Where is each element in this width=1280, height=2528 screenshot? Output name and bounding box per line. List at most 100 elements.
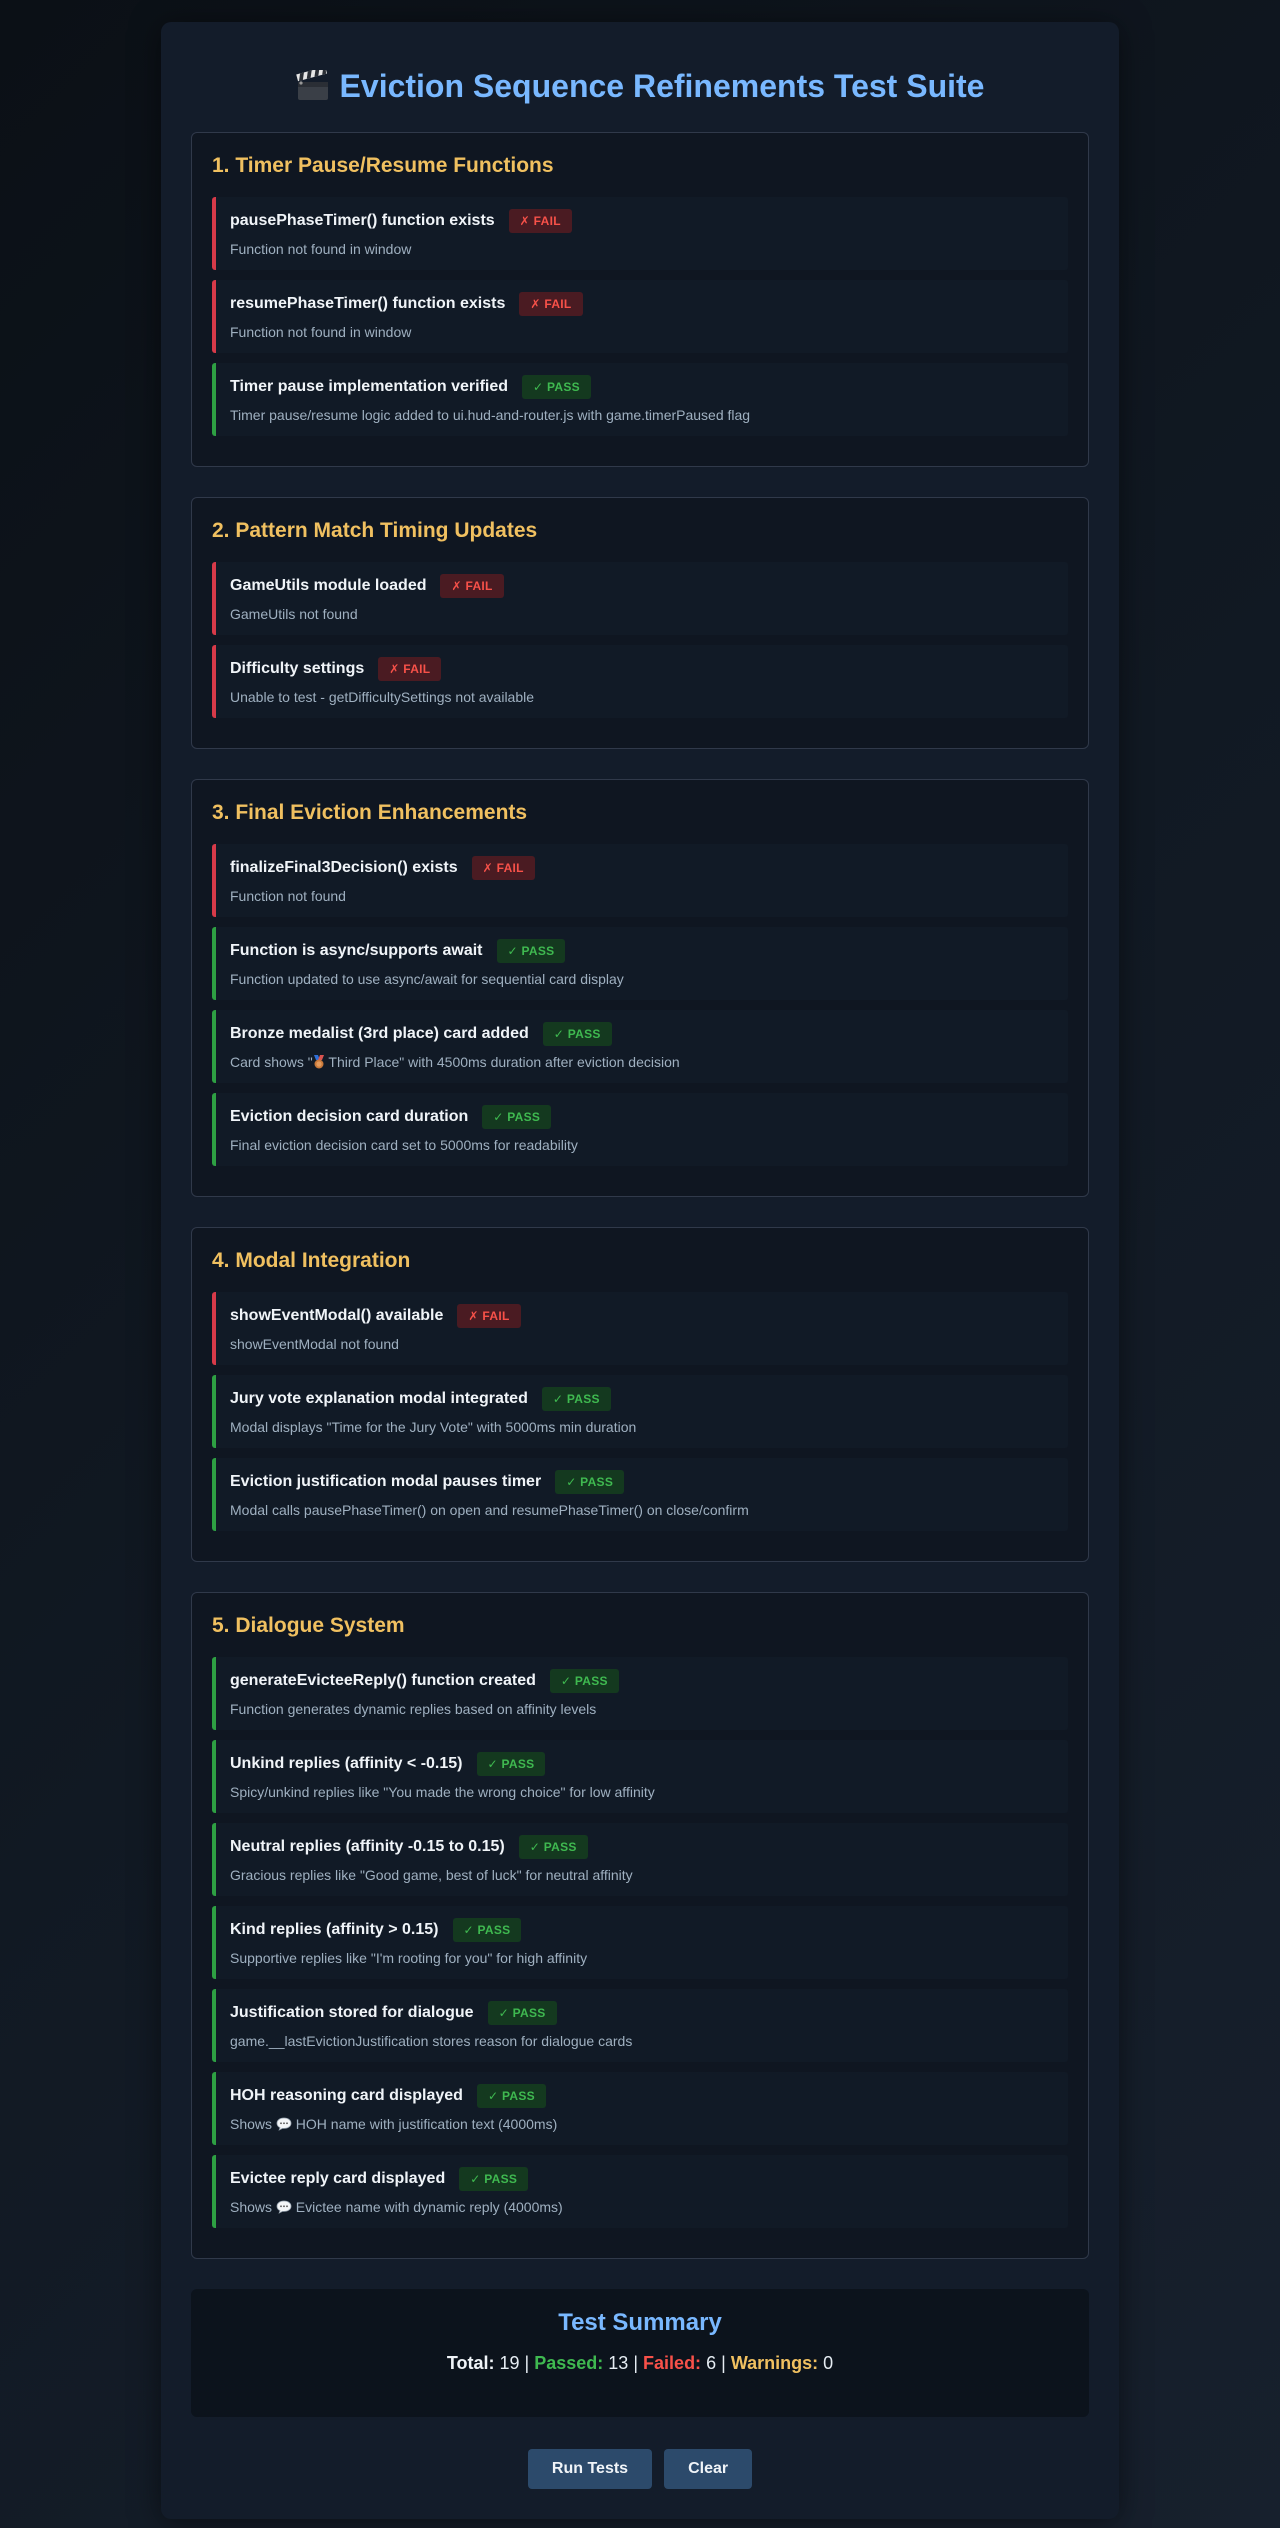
clapperboard-icon [295, 66, 330, 102]
status-badge: ✓ PASS [476, 2084, 546, 2108]
clear-button[interactable]: Clear [664, 2449, 753, 2489]
page-title: Eviction Sequence Refinements Test Suite [191, 66, 1089, 106]
test-description: showEventModal not found [230, 1336, 399, 1352]
test-name: finalizeFinal3Decision() exists [230, 859, 458, 876]
test-name: pausePhaseTimer() function exists [230, 212, 495, 229]
test-description-text: Third Place" with 4500ms duration after … [324, 1054, 680, 1070]
total-label: Total: [446, 2353, 495, 2373]
test-description: Function not found in window [230, 241, 412, 257]
test-sections: 1. Timer Pause/Resume Functions pausePhas… [191, 132, 1089, 2259]
test-section: 1. Timer Pause/Resume Functions pausePhas… [191, 132, 1089, 467]
test-name: Justification stored for dialogue [230, 2004, 474, 2021]
test-result: Timer pause implementation verified ✓ PAS… [212, 363, 1068, 436]
warnings-value: 0 [823, 2353, 834, 2373]
test-description-text: Shows [230, 2199, 276, 2215]
summary-stats: Total: 19 | Passed: 13 | Failed: 6 | War… [211, 2353, 1069, 2374]
section-title: 4. Modal Integration [212, 1249, 411, 1272]
status-badge: ✗ FAIL [508, 209, 572, 233]
test-result-header: Evictee reply card displayed ✓ PASS [230, 2167, 1054, 2191]
test-result: finalizeFinal3Decision() exists ✗ FAIL Fun… [212, 844, 1068, 917]
test-result-header: Jury vote explanation modal integrated ✓ … [230, 1387, 1054, 1411]
status-badge: ✗ FAIL [519, 292, 583, 316]
status-badge: ✓ PASS [555, 1470, 625, 1494]
test-description: Function updated to use async/await for … [230, 971, 624, 987]
test-description-text: Evictee name with dynamic reply (4000ms) [291, 2199, 563, 2215]
total-value: 19 [499, 2353, 520, 2373]
test-result: Neutral replies (affinity -0.15 to 0.15)… [212, 1823, 1068, 1896]
test-result: Function is async/supports await ✓ PASS Fu… [212, 927, 1068, 1000]
test-result: Kind replies (affinity > 0.15) ✓ PASS Supp… [212, 1906, 1068, 1979]
status-badge: ✗ FAIL [471, 856, 535, 880]
test-name: Unkind replies (affinity < -0.15) [230, 1755, 463, 1772]
test-result-header: Bronze medalist (3rd place) card added ✓ … [230, 1022, 1054, 1046]
test-name: Difficulty settings [230, 660, 365, 677]
test-name: Evictee reply card displayed [230, 2170, 446, 2187]
page-title-text: Eviction Sequence Refinements Test Suite [339, 67, 985, 104]
test-result: Bronze medalist (3rd place) card added ✓ … [212, 1010, 1068, 1083]
status-badge: ✗ FAIL [440, 574, 504, 598]
test-result: Jury vote explanation modal integrated ✓ … [212, 1375, 1068, 1448]
test-description: Modal calls pausePhaseTimer() on open an… [230, 1502, 749, 1518]
test-description: Shows Evictee name with dynamic reply (4… [230, 2199, 1054, 2215]
test-description: Gracious replies like "Good game, best o… [230, 1867, 633, 1883]
test-name: Eviction decision card duration [230, 1108, 469, 1125]
test-name: resumePhaseTimer() function exists [230, 295, 506, 312]
test-name: Neutral replies (affinity -0.15 to 0.15) [230, 1838, 505, 1855]
status-badge: ✓ PASS [452, 1918, 522, 1942]
test-result: resumePhaseTimer() function exists ✗ FAIL… [212, 280, 1068, 353]
section-title: 3. Final Eviction Enhancements [212, 801, 528, 824]
action-buttons: Run Tests Clear [191, 2447, 1089, 2489]
status-badge: ✗ FAIL [378, 657, 442, 681]
run-tests-button[interactable]: Run Tests [527, 2449, 653, 2489]
separator: | [633, 2353, 639, 2373]
separator: | [524, 2353, 530, 2373]
status-badge: ✓ PASS [522, 375, 591, 399]
test-name: HOH reasoning card displayed [230, 2087, 463, 2104]
section-title: 5. Dialogue System [212, 1614, 405, 1637]
failed-label: Failed: [643, 2353, 702, 2373]
test-description: Spicy/unkind replies like "You made the … [230, 1784, 655, 1800]
test-description: Card shows " Third Place" with 4500ms du… [230, 1054, 1054, 1070]
test-result-header: HOH reasoning card displayed ✓ PASS [230, 2084, 1054, 2108]
test-result: Eviction decision card duration ✓ PASS Fin… [212, 1093, 1068, 1166]
test-name: generateEvicteeReply() function created [230, 1672, 536, 1689]
test-description: Timer pause/resume logic added to ui.hud… [230, 407, 751, 423]
test-section: 2. Pattern Match Timing Updates GameUtils… [191, 497, 1089, 749]
test-result: Eviction justification modal pauses time… [212, 1458, 1068, 1531]
test-section: 5. Dialogue System generateEvicteeReply()… [191, 1592, 1089, 2259]
test-section: 4. Modal Integration showEventModal() ava… [191, 1227, 1089, 1562]
test-description: Unable to test - getDifficultySettings n… [230, 689, 535, 705]
test-description: Shows HOH name with justification text (… [230, 2116, 1054, 2132]
status-badge: ✓ PASS [459, 2167, 529, 2191]
test-result-header: Timer pause implementation verified ✓ PAS… [230, 375, 1054, 399]
test-description: Function not found in window [230, 324, 412, 340]
passed-value: 13 [608, 2353, 629, 2373]
status-badge: ✓ PASS [518, 1835, 588, 1859]
test-name: Bronze medalist (3rd place) card added [230, 1025, 529, 1042]
test-description-text: Shows [230, 2116, 276, 2132]
test-result-header: GameUtils module loaded ✗ FAIL [230, 574, 1054, 598]
test-result-header: resumePhaseTimer() function exists ✗ FAIL [230, 292, 1054, 316]
speech-bubble-icon [276, 2117, 292, 2131]
test-summary: Test Summary Total: 19 | Passed: 13 | Fa… [191, 2289, 1089, 2417]
test-result: Difficulty settings ✗ FAIL Unable to test … [212, 645, 1068, 718]
test-section: 3. Final Eviction Enhancements finalizeFi… [191, 779, 1089, 1197]
test-result-header: Kind replies (affinity > 0.15) ✓ PASS [230, 1918, 1054, 1942]
test-description: Function generates dynamic replies based… [230, 1701, 597, 1717]
test-result-header: Justification stored for dialogue ✓ PASS [230, 2001, 1054, 2025]
passed-label: Passed: [534, 2353, 604, 2373]
test-result: HOH reasoning card displayed ✓ PASS Shows … [212, 2072, 1068, 2145]
status-badge: ✓ PASS [542, 1022, 612, 1046]
test-result-header: Eviction decision card duration ✓ PASS [230, 1105, 1054, 1129]
test-description: Final eviction decision card set to 5000… [230, 1137, 578, 1153]
test-result: Justification stored for dialogue ✓ PASS g… [212, 1989, 1068, 2062]
test-description: Function not found [230, 888, 346, 904]
test-result-header: finalizeFinal3Decision() exists ✗ FAIL [230, 856, 1054, 880]
section-title: 1. Timer Pause/Resume Functions [212, 154, 554, 177]
speech-bubble-icon [276, 2200, 292, 2214]
test-result-header: Unkind replies (affinity < -0.15) ✓ PASS [230, 1752, 1054, 1776]
test-result: pausePhaseTimer() function exists ✗ FAIL F… [212, 197, 1068, 270]
status-badge: ✓ PASS [496, 939, 566, 963]
separator: | [721, 2353, 726, 2373]
test-description: Modal displays "Time for the Jury Vote" … [230, 1419, 637, 1435]
